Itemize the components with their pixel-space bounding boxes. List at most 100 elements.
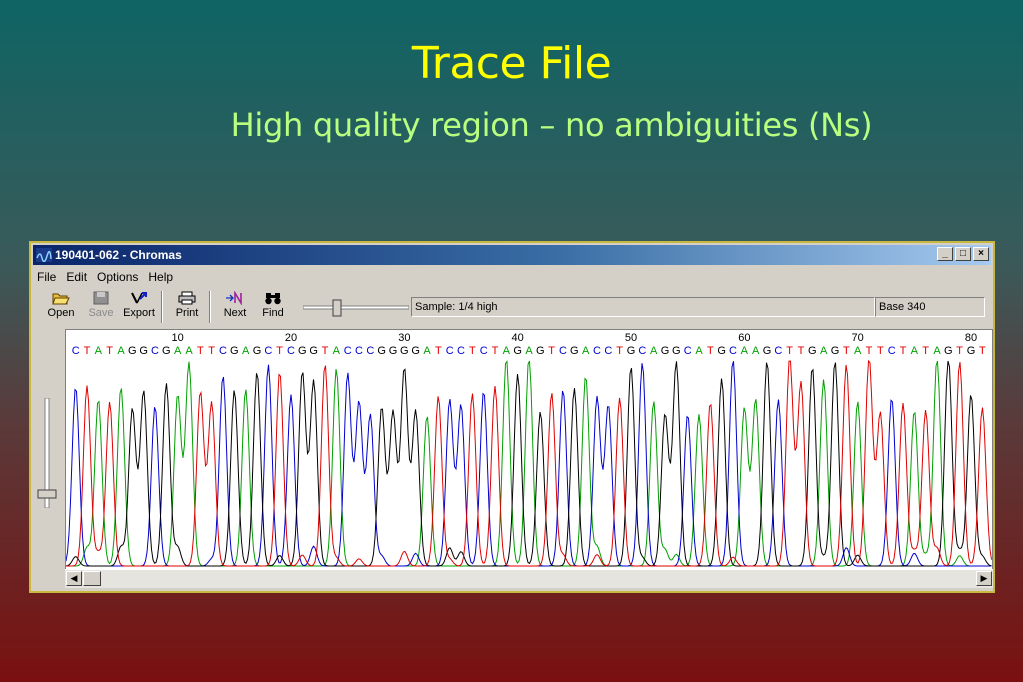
- position-tick-label: 50: [625, 332, 637, 344]
- base-call: T: [276, 345, 283, 357]
- scroll-right-button[interactable]: ▶: [976, 571, 992, 586]
- base-call: G: [253, 345, 262, 357]
- base-call: C: [729, 345, 737, 357]
- base-call: G: [672, 345, 681, 357]
- base-call: G: [570, 345, 579, 357]
- base-call: C: [366, 345, 374, 357]
- print-label: Print: [175, 307, 199, 319]
- base-call: T: [786, 345, 793, 357]
- zoom-slider[interactable]: [303, 299, 409, 317]
- trace-line-C: [66, 361, 992, 567]
- base-call: C: [888, 345, 896, 357]
- base-call: T: [877, 345, 884, 357]
- menu-options[interactable]: Options: [97, 270, 138, 286]
- chromatogram-panel[interactable]: 10 20 30 40 50 60 70 80 C T A T A G G C G A A T T C G A G C T C G G T A…: [65, 329, 993, 573]
- title-bar[interactable]: 190401-062 - Chromas _ □ ×: [33, 245, 991, 265]
- open-button[interactable]: Open: [43, 289, 79, 325]
- base-call: T: [979, 345, 986, 357]
- base-call: C: [684, 345, 692, 357]
- save-button[interactable]: Save: [83, 289, 119, 325]
- base-call: T: [798, 345, 805, 357]
- base-call: G: [377, 345, 386, 357]
- minimize-button[interactable]: _: [937, 247, 953, 261]
- base-call: C: [446, 345, 454, 357]
- base-call: G: [763, 345, 772, 357]
- base-call: C: [219, 345, 227, 357]
- next-button[interactable]: Next: [217, 289, 253, 325]
- chromatogram-trace: 10 20 30 40 50 60 70 80C T A T A G G C G A A T T C G A G C T C G G T A…: [66, 332, 992, 567]
- base-call: A: [242, 345, 250, 357]
- position-tick-label: 10: [172, 332, 184, 344]
- base-call: G: [831, 345, 840, 357]
- next-n-icon: [226, 291, 242, 305]
- binoculars-icon: [265, 293, 281, 305]
- base-call: A: [117, 345, 125, 357]
- base-call: G: [513, 345, 522, 357]
- trace-line-A: [66, 360, 992, 567]
- base-call: T: [322, 345, 329, 357]
- base-call: C: [604, 345, 612, 357]
- maximize-button[interactable]: □: [955, 247, 971, 261]
- base-call: G: [717, 345, 726, 357]
- base-call: T: [197, 345, 204, 357]
- scroll-left-button[interactable]: ◀: [66, 571, 82, 586]
- toolbar: Open Save Export Print Next Find Sample:…: [35, 289, 989, 325]
- base-call: C: [457, 345, 465, 357]
- menu-bar: File Edit Options Help: [37, 270, 173, 286]
- open-label: Open: [47, 307, 75, 319]
- base-call: G: [536, 345, 545, 357]
- base-call: G: [400, 345, 409, 357]
- print-button[interactable]: Print: [169, 289, 205, 325]
- base-call: C: [593, 345, 601, 357]
- base-call: G: [309, 345, 318, 357]
- position-tick-label: 60: [738, 332, 750, 344]
- menu-edit[interactable]: Edit: [66, 270, 87, 286]
- position-tick-label: 80: [965, 332, 977, 344]
- trace-line-G: [66, 360, 992, 567]
- base-call: A: [423, 345, 431, 357]
- base-call: T: [922, 345, 929, 357]
- base-call: A: [854, 345, 862, 357]
- base-call: G: [808, 345, 817, 357]
- base-call: A: [333, 345, 341, 357]
- sample-field: Sample: 1/4 high: [411, 297, 875, 317]
- base-call: A: [933, 345, 941, 357]
- base-call: T: [208, 345, 215, 357]
- position-tick-label: 20: [285, 332, 297, 344]
- base-call: T: [900, 345, 907, 357]
- base-call: T: [469, 345, 476, 357]
- export-button[interactable]: Export: [121, 289, 157, 325]
- base-call: T: [84, 345, 91, 357]
- window-title: 190401-062 - Chromas: [55, 248, 182, 262]
- base-call: C: [355, 345, 363, 357]
- export-icon: [131, 292, 147, 304]
- base-call: T: [616, 345, 623, 357]
- base-call: A: [820, 345, 828, 357]
- chromas-app-icon: [36, 248, 52, 262]
- base-call: A: [752, 345, 760, 357]
- menu-help[interactable]: Help: [148, 270, 173, 286]
- trace-line-T: [66, 359, 992, 567]
- toolbar-separator: [161, 291, 163, 323]
- next-label: Next: [223, 307, 247, 319]
- position-tick-label: 30: [398, 332, 410, 344]
- horizontal-scrollbar[interactable]: ◀ ▶: [65, 569, 993, 588]
- base-call: T: [956, 345, 963, 357]
- close-button[interactable]: ×: [973, 247, 989, 261]
- base-call: G: [389, 345, 398, 357]
- scroll-thumb[interactable]: [83, 571, 101, 586]
- base-call: A: [95, 345, 103, 357]
- vertical-scale-slider[interactable]: [37, 398, 57, 508]
- find-button[interactable]: Find: [255, 289, 291, 325]
- slide-title: Trace File: [411, 38, 612, 89]
- base-call: A: [911, 345, 919, 357]
- base-call: C: [638, 345, 646, 357]
- base-call: C: [151, 345, 159, 357]
- base-call: G: [944, 345, 953, 357]
- base-call: T: [106, 345, 113, 357]
- menu-file[interactable]: File: [37, 270, 56, 286]
- toolbar-separator: [209, 291, 211, 323]
- base-field: Base 340: [875, 297, 985, 317]
- base-call: A: [741, 345, 749, 357]
- base-call: C: [559, 345, 567, 357]
